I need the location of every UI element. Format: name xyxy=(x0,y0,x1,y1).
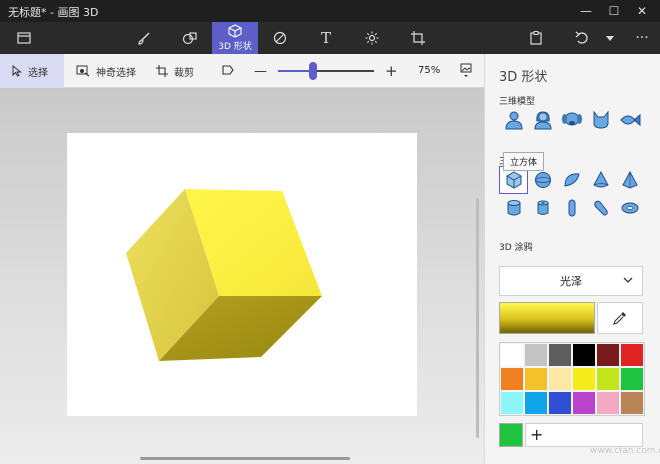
2d-shapes-icon[interactable] xyxy=(172,22,208,54)
fish-model-icon[interactable] xyxy=(615,106,644,134)
palette-swatch[interactable] xyxy=(620,391,644,415)
palette-swatch[interactable] xyxy=(620,367,644,391)
palette-swatch[interactable] xyxy=(572,391,596,415)
3d-cube-icon xyxy=(228,24,242,38)
zoom-value: 75% xyxy=(418,65,441,76)
paste-clipboard-icon[interactable] xyxy=(518,22,554,54)
palette-swatch[interactable] xyxy=(500,391,524,415)
cat-model-icon[interactable] xyxy=(586,106,615,134)
undo-icon[interactable] xyxy=(564,22,600,54)
menu-folder-icon[interactable] xyxy=(6,22,42,54)
pyramid-icon[interactable] xyxy=(615,166,644,194)
image-view-icon xyxy=(460,63,472,77)
tube-icon[interactable] xyxy=(528,194,557,222)
palette-swatch[interactable] xyxy=(500,343,524,367)
selection-toolbar: 选择 神奇选择 裁剪 — + 75% xyxy=(0,54,484,88)
palette-swatch[interactable] xyxy=(572,343,596,367)
zoom-slider[interactable] xyxy=(278,70,374,72)
color-palette xyxy=(499,342,645,416)
stickers-icon[interactable] xyxy=(262,22,298,54)
eyedropper-icon xyxy=(613,312,626,325)
man-model-icon[interactable] xyxy=(499,106,528,134)
3d-shapes-panel: 3D 形状 三维模型 三 xyxy=(484,54,660,464)
palette-swatch[interactable] xyxy=(572,367,596,391)
zoom-slider-thumb[interactable] xyxy=(308,62,317,80)
main-toolbar: 3D 形状 T ··· xyxy=(0,22,660,54)
crop-icon xyxy=(156,65,168,77)
close-button[interactable]: ✕ xyxy=(628,0,656,22)
canvas-paper[interactable] xyxy=(67,133,417,416)
3d-doodle-label: 3D 涂鸦 xyxy=(499,243,533,253)
yellow-3d-cube[interactable] xyxy=(67,133,417,416)
brush-icon[interactable] xyxy=(126,22,162,54)
palette-swatch[interactable] xyxy=(524,367,548,391)
horizontal-scrollbar[interactable] xyxy=(140,457,350,460)
palette-swatch[interactable] xyxy=(548,391,572,415)
palette-swatch[interactable] xyxy=(596,367,620,391)
palette-swatch[interactable] xyxy=(548,367,572,391)
cylinder-icon[interactable] xyxy=(499,194,528,222)
canvas-crop-icon[interactable] xyxy=(400,22,436,54)
magic-select-icon xyxy=(76,65,90,77)
select-button[interactable]: 选择 xyxy=(0,54,64,88)
title-bar: 无标题* - 画图 3D — ☐ ✕ xyxy=(0,0,660,22)
palette-swatch[interactable] xyxy=(596,391,620,415)
palette-swatch[interactable] xyxy=(524,343,548,367)
tab-3d-shapes[interactable]: 3D 形状 xyxy=(212,22,258,54)
current-color-swatch[interactable] xyxy=(499,423,523,447)
crop-button[interactable]: 裁剪 xyxy=(156,54,194,88)
crop-label: 裁剪 xyxy=(174,67,194,79)
cone-icon[interactable] xyxy=(586,166,615,194)
vertical-scrollbar[interactable] xyxy=(476,198,479,438)
palette-swatch[interactable] xyxy=(524,391,548,415)
tab-3d-shapes-label: 3D 形状 xyxy=(218,42,252,52)
dog-model-icon[interactable] xyxy=(557,106,586,134)
palette-swatch[interactable] xyxy=(548,343,572,367)
select-label: 选择 xyxy=(28,67,48,79)
canvas-workspace[interactable] xyxy=(0,88,484,464)
magic-select-label: 神奇选择 xyxy=(96,67,136,79)
capsule-icon[interactable] xyxy=(557,194,586,222)
zoom-in-button[interactable]: + xyxy=(385,54,398,88)
maximize-button[interactable]: ☐ xyxy=(600,0,628,22)
window-title: 无标题* - 画图 3D xyxy=(8,6,99,19)
material-dropdown[interactable]: 光泽 xyxy=(499,266,643,296)
chevron-down-icon xyxy=(623,277,633,283)
tooltip-cube: 立方体 xyxy=(503,152,545,171)
palette-swatch[interactable] xyxy=(620,343,644,367)
selected-color-swatch[interactable] xyxy=(499,302,595,334)
watermark-text: www.cfan.com.cn xyxy=(590,446,660,456)
palette-swatch[interactable] xyxy=(596,343,620,367)
flag-icon xyxy=(222,65,234,75)
view-mode-button[interactable] xyxy=(460,54,478,88)
add-color-button[interactable]: + xyxy=(525,423,643,447)
panel-title: 3D 形状 xyxy=(499,70,548,85)
view-3d-flag-button[interactable] xyxy=(222,54,240,88)
history-dropdown-icon[interactable] xyxy=(600,22,620,54)
palette-swatch[interactable] xyxy=(500,367,524,391)
material-value: 光泽 xyxy=(560,275,582,288)
donut-icon[interactable] xyxy=(615,194,644,222)
curved-cylinder-icon[interactable] xyxy=(586,194,615,222)
woman-model-icon[interactable] xyxy=(528,106,557,134)
eyedropper-button[interactable] xyxy=(597,302,643,334)
minimize-button[interactable]: — xyxy=(572,0,600,22)
text-tool-icon[interactable]: T xyxy=(308,22,344,54)
cursor-icon xyxy=(12,65,22,77)
zoom-out-button[interactable]: — xyxy=(254,54,267,88)
hemisphere-icon[interactable] xyxy=(557,166,586,194)
magic-select-button[interactable]: 神奇选择 xyxy=(76,54,136,88)
effects-sun-icon[interactable] xyxy=(354,22,390,54)
zoom-slider-fill xyxy=(278,70,313,72)
3d-objects-grid xyxy=(499,166,644,222)
3d-models-grid xyxy=(499,106,644,134)
more-options-icon[interactable]: ··· xyxy=(626,22,658,54)
